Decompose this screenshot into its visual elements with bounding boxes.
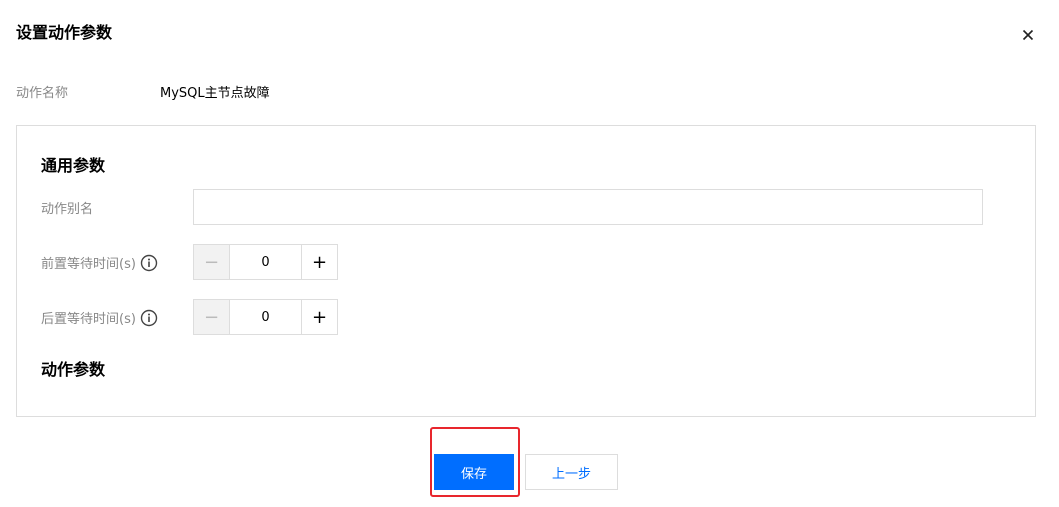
post-wait-decrement-button[interactable]: − [194, 300, 230, 334]
alias-field-label: 动作别名 [41, 198, 93, 217]
general-params-title: 通用参数 [41, 156, 106, 175]
pre-wait-stepper: − 0 + [193, 244, 338, 280]
info-icon[interactable] [140, 254, 158, 272]
action-name-label: 动作名称 [16, 86, 69, 101]
pre-wait-increment-button[interactable]: + [301, 245, 337, 279]
post-wait-stepper: − 0 + [193, 299, 338, 335]
action-params-title: 动作参数 [41, 360, 106, 379]
alias-input[interactable] [193, 189, 983, 225]
post-wait-label-text: 后置等待时间(s) [41, 312, 136, 327]
set-action-params-dialog: 设置动作参数 动作名称 MySQL主节点故障 通用参数 动作别名 前置等待时间(… [0, 0, 1059, 507]
pre-wait-decrement-button[interactable]: − [194, 245, 230, 279]
pre-wait-label-text: 前置等待时间(s) [41, 257, 136, 272]
close-icon[interactable] [1020, 27, 1036, 43]
params-panel: 通用参数 动作别名 前置等待时间(s) − 0 + 后置等待时间(s) − 0 … [16, 125, 1036, 417]
alias-label-text: 动作别名 [41, 202, 94, 217]
previous-step-button[interactable]: 上一步 [525, 454, 618, 490]
info-icon[interactable] [140, 309, 158, 327]
pre-wait-value[interactable]: 0 [230, 245, 301, 279]
action-name-value: MySQL主节点故障 [160, 86, 270, 101]
save-button[interactable]: 保存 [434, 454, 514, 490]
pre-wait-field-label: 前置等待时间(s) [41, 253, 158, 272]
post-wait-increment-button[interactable]: + [301, 300, 337, 334]
dialog-title: 设置动作参数 [16, 23, 113, 42]
post-wait-value[interactable]: 0 [230, 300, 301, 334]
post-wait-field-label: 后置等待时间(s) [41, 308, 158, 327]
